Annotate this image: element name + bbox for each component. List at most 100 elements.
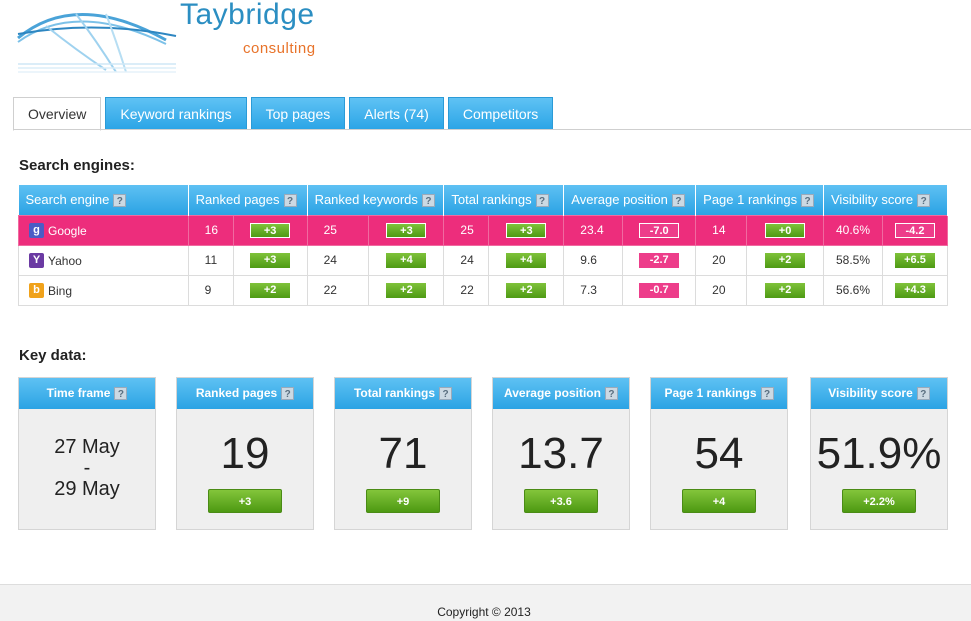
change-badge: -7.0 bbox=[639, 222, 680, 238]
change-badge: +2 bbox=[386, 283, 427, 298]
card-header: Time frame? bbox=[19, 378, 155, 409]
engine-name: Yahoo bbox=[48, 253, 82, 268]
help-icon[interactable]: ? bbox=[760, 387, 774, 401]
change-badge: +2 bbox=[250, 283, 291, 298]
help-icon[interactable]: ? bbox=[283, 194, 297, 208]
change-badge: +0 bbox=[765, 222, 806, 238]
search-engines-table: Search engine? Ranked pages? Ranked keyw… bbox=[18, 185, 949, 306]
help-icon[interactable]: ? bbox=[604, 387, 618, 401]
change-badge: -4.2 bbox=[894, 222, 935, 238]
card-visibility-score: Visibility score? 51.9% +2.2% bbox=[810, 377, 948, 530]
tab-keyword-rankings[interactable]: Keyword rankings bbox=[105, 97, 247, 130]
card-ranked-pages: Ranked pages? 19 +3 bbox=[176, 377, 314, 530]
visibility-value: 58.5% bbox=[823, 244, 883, 276]
change-button[interactable]: +9 bbox=[366, 489, 440, 513]
card-page1-rankings: Page 1 rankings? 54 +4 bbox=[650, 377, 788, 530]
help-icon[interactable]: ? bbox=[439, 387, 453, 401]
time-frame-from: 27 May bbox=[54, 436, 120, 458]
main-tabs: Overview Keyword rankings Top pages Aler… bbox=[13, 97, 557, 131]
avg-position-value: 9.6 bbox=[563, 244, 624, 276]
change-badge: +2 bbox=[506, 283, 547, 298]
tab-top-pages[interactable]: Top pages bbox=[250, 97, 346, 130]
visibility-value: 40.6% bbox=[823, 214, 883, 246]
change-badge: +4 bbox=[506, 253, 547, 268]
ranked-keywords-value: 24 bbox=[306, 244, 370, 276]
search-engines-heading: Search engines: bbox=[19, 157, 135, 174]
col-visibility-score: Visibility score? bbox=[823, 185, 948, 215]
card-value: 51.9% bbox=[816, 429, 942, 478]
help-icon[interactable]: ? bbox=[114, 387, 128, 401]
time-frame-separator: - bbox=[83, 457, 91, 479]
engine-name: Google bbox=[48, 223, 87, 238]
col-ranked-keywords: Ranked keywords? bbox=[307, 185, 445, 215]
logo: Taybridge consulting bbox=[16, 0, 336, 80]
col-average-position: Average position? bbox=[563, 185, 697, 215]
tab-competitors[interactable]: Competitors bbox=[447, 97, 554, 130]
ranked-keywords-value: 25 bbox=[306, 214, 370, 246]
card-value: 54 bbox=[694, 429, 744, 478]
change-button[interactable]: +3 bbox=[208, 489, 282, 513]
card-header: Total rankings? bbox=[335, 378, 471, 409]
ranked-keywords-value: 22 bbox=[306, 274, 370, 306]
key-data-heading: Key data: bbox=[19, 347, 87, 364]
change-button[interactable]: +3.6 bbox=[524, 489, 598, 513]
change-badge: +4 bbox=[386, 253, 427, 268]
total-rankings-value: 22 bbox=[443, 274, 490, 306]
card-value: 71 bbox=[378, 429, 428, 478]
card-value: 19 bbox=[220, 429, 270, 478]
card-header: Ranked pages? bbox=[177, 378, 313, 409]
card-header: Average position? bbox=[493, 378, 629, 409]
ranked-pages-value: 16 bbox=[187, 214, 234, 246]
change-badge: +2 bbox=[765, 283, 806, 298]
avg-position-value: 23.4 bbox=[563, 214, 624, 246]
card-total-rankings: Total rankings? 71 +9 bbox=[334, 377, 472, 530]
help-icon[interactable]: ? bbox=[801, 194, 815, 208]
change-button[interactable]: +2.2% bbox=[842, 489, 916, 513]
total-rankings-value: 24 bbox=[443, 244, 490, 276]
help-icon[interactable]: ? bbox=[917, 194, 931, 208]
col-search-engine: Search engine? bbox=[18, 185, 189, 215]
card-header: Page 1 rankings? bbox=[651, 378, 787, 409]
col-page1-rankings: Page 1 rankings? bbox=[695, 185, 824, 215]
total-rankings-value: 25 bbox=[443, 214, 490, 246]
change-button[interactable]: +4 bbox=[682, 489, 756, 513]
yahoo-icon: Y bbox=[29, 253, 44, 268]
ranked-pages-value: 9 bbox=[187, 274, 234, 306]
tab-overview[interactable]: Overview bbox=[13, 97, 102, 131]
help-icon[interactable]: ? bbox=[281, 387, 295, 401]
brand-subtitle: consulting bbox=[243, 40, 316, 57]
change-badge: +3 bbox=[250, 253, 291, 268]
footer: Copyright © 2013 bbox=[0, 584, 971, 621]
bridge-logo-icon bbox=[17, 13, 177, 73]
change-badge: -2.7 bbox=[639, 253, 680, 268]
help-icon[interactable]: ? bbox=[671, 194, 685, 208]
help-icon[interactable]: ? bbox=[535, 194, 549, 208]
card-average-position: Average position? 13.7 +3.6 bbox=[492, 377, 630, 530]
time-frame-to: 29 May bbox=[54, 478, 120, 500]
tab-alerts[interactable]: Alerts (74) bbox=[349, 97, 444, 130]
change-badge: +6.5 bbox=[894, 253, 935, 268]
page1-value: 20 bbox=[695, 244, 748, 276]
page1-value: 20 bbox=[695, 274, 748, 306]
card-header: Visibility score? bbox=[811, 378, 947, 409]
table-row-google[interactable]: g Google 16 +3 25 +3 25 +3 23.4 -7.0 14 +… bbox=[18, 214, 949, 246]
col-ranked-pages: Ranked pages? bbox=[188, 185, 308, 215]
table-row-yahoo[interactable]: Y Yahoo 11 +3 24 +4 24 +4 9.6 -2.7 20 +2 … bbox=[18, 244, 949, 276]
change-badge: +3 bbox=[386, 222, 427, 238]
avg-position-value: 7.3 bbox=[563, 274, 624, 306]
tabs-divider bbox=[13, 129, 971, 130]
ranked-pages-value: 11 bbox=[187, 244, 234, 276]
table-row-bing[interactable]: b Bing 9 +2 22 +2 22 +2 7.3 -0.7 20 +2 56… bbox=[18, 274, 949, 306]
card-value: 13.7 bbox=[518, 429, 604, 478]
help-icon[interactable]: ? bbox=[113, 194, 127, 208]
change-badge: +3 bbox=[250, 222, 291, 238]
change-badge: +3 bbox=[506, 222, 547, 238]
change-badge: +4.3 bbox=[894, 283, 935, 298]
col-total-rankings: Total rankings? bbox=[443, 185, 565, 215]
engine-name: Bing bbox=[48, 283, 73, 298]
change-badge: -0.7 bbox=[639, 283, 680, 298]
bing-icon: b bbox=[29, 283, 44, 298]
help-icon[interactable]: ? bbox=[421, 194, 435, 208]
help-icon[interactable]: ? bbox=[916, 387, 930, 401]
brand-title: Taybridge bbox=[180, 0, 315, 31]
